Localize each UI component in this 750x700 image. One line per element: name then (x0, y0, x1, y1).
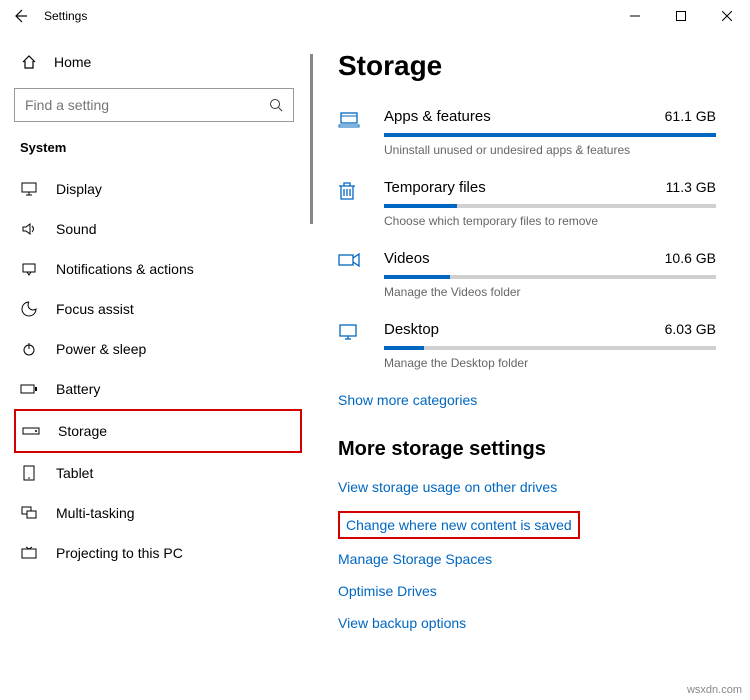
back-button[interactable] (0, 0, 40, 32)
sidebar-item-label: Battery (56, 381, 100, 397)
category-name: Temporary files (384, 179, 666, 196)
link-view-backup-options[interactable]: View backup options (338, 615, 716, 631)
notifications-icon (20, 262, 38, 276)
section-label: System (14, 140, 302, 169)
sidebar: Home System Display Sound Notifications … (0, 32, 310, 700)
projecting-icon (20, 546, 38, 560)
home-link[interactable]: Home (14, 46, 302, 88)
scrollbar[interactable] (310, 54, 313, 224)
home-label: Home (54, 54, 91, 70)
search-input[interactable] (14, 88, 294, 122)
link-optimise-drives[interactable]: Optimise Drives (338, 583, 716, 599)
usage-bar (384, 346, 716, 350)
main-pane: Storage Apps & features61.1 GB Uninstall … (310, 32, 750, 700)
search-field[interactable] (25, 97, 269, 113)
category-desc: Uninstall unused or undesired apps & fea… (384, 143, 716, 157)
category-desc: Manage the Desktop folder (384, 356, 716, 370)
sidebar-item-display[interactable]: Display (14, 169, 302, 209)
category-size: 61.1 GB (665, 108, 716, 124)
sidebar-item-label: Storage (58, 423, 107, 439)
category-name: Desktop (384, 321, 665, 338)
desktop-icon (338, 321, 384, 370)
multitasking-icon (20, 506, 38, 520)
close-button[interactable] (704, 0, 750, 32)
more-storage-title: More storage settings (338, 438, 716, 461)
sidebar-item-label: Notifications & actions (56, 261, 194, 277)
sidebar-item-label: Focus assist (56, 301, 134, 317)
sidebar-item-power-sleep[interactable]: Power & sleep (14, 329, 302, 369)
sound-icon (20, 222, 38, 236)
category-size: 11.3 GB (666, 179, 716, 195)
watermark: wsxdn.com (687, 684, 742, 696)
usage-bar (384, 133, 716, 137)
sidebar-item-label: Multi-tasking (56, 505, 135, 521)
link-change-where-new-content[interactable]: Change where new content is saved (338, 511, 580, 539)
power-icon (20, 341, 38, 357)
link-view-storage-other-drives[interactable]: View storage usage on other drives (338, 479, 716, 495)
storage-icon (22, 426, 40, 436)
link-manage-storage-spaces[interactable]: Manage Storage Spaces (338, 551, 716, 567)
sidebar-item-label: Sound (56, 221, 96, 237)
category-size: 6.03 GB (665, 321, 716, 337)
sidebar-item-multitasking[interactable]: Multi-tasking (14, 493, 302, 533)
search-icon (269, 98, 283, 112)
usage-bar (384, 275, 716, 279)
category-desc: Manage the Videos folder (384, 285, 716, 299)
sidebar-item-sound[interactable]: Sound (14, 209, 302, 249)
category-name: Apps & features (384, 108, 665, 125)
category-desc: Choose which temporary files to remove (384, 214, 716, 228)
focus-assist-icon (20, 301, 38, 317)
usage-bar (384, 204, 716, 208)
sidebar-item-label: Display (56, 181, 102, 197)
display-icon (20, 182, 38, 196)
sidebar-item-battery[interactable]: Battery (14, 369, 302, 409)
sidebar-item-storage[interactable]: Storage (14, 409, 302, 453)
home-icon (20, 54, 38, 70)
sidebar-item-notifications[interactable]: Notifications & actions (14, 249, 302, 289)
category-name: Videos (384, 250, 665, 267)
sidebar-item-label: Projecting to this PC (56, 545, 183, 561)
arrow-left-icon (12, 8, 28, 24)
category-size: 10.6 GB (665, 250, 716, 266)
storage-category[interactable]: Apps & features61.1 GB Uninstall unused o… (338, 108, 716, 157)
minimize-button[interactable] (612, 0, 658, 32)
titlebar: Settings (0, 0, 750, 32)
storage-category[interactable]: Temporary files11.3 GB Choose which tempo… (338, 179, 716, 228)
battery-icon (20, 383, 38, 395)
tablet-icon (20, 465, 38, 481)
sidebar-item-label: Tablet (56, 465, 93, 481)
sidebar-item-projecting[interactable]: Projecting to this PC (14, 533, 302, 573)
sidebar-item-label: Power & sleep (56, 341, 146, 357)
storage-category[interactable]: Desktop6.03 GB Manage the Desktop folder (338, 321, 716, 370)
window-title: Settings (40, 9, 87, 23)
page-title: Storage (338, 50, 716, 82)
maximize-button[interactable] (658, 0, 704, 32)
sidebar-item-tablet[interactable]: Tablet (14, 453, 302, 493)
nav-list: Display Sound Notifications & actions Fo… (14, 169, 302, 573)
storage-category[interactable]: Videos10.6 GB Manage the Videos folder (338, 250, 716, 299)
show-more-categories-link[interactable]: Show more categories (338, 392, 716, 408)
trash-icon (338, 179, 384, 228)
video-icon (338, 250, 384, 299)
sidebar-item-focus-assist[interactable]: Focus assist (14, 289, 302, 329)
window-controls (612, 0, 750, 32)
apps-features-icon (338, 108, 384, 157)
